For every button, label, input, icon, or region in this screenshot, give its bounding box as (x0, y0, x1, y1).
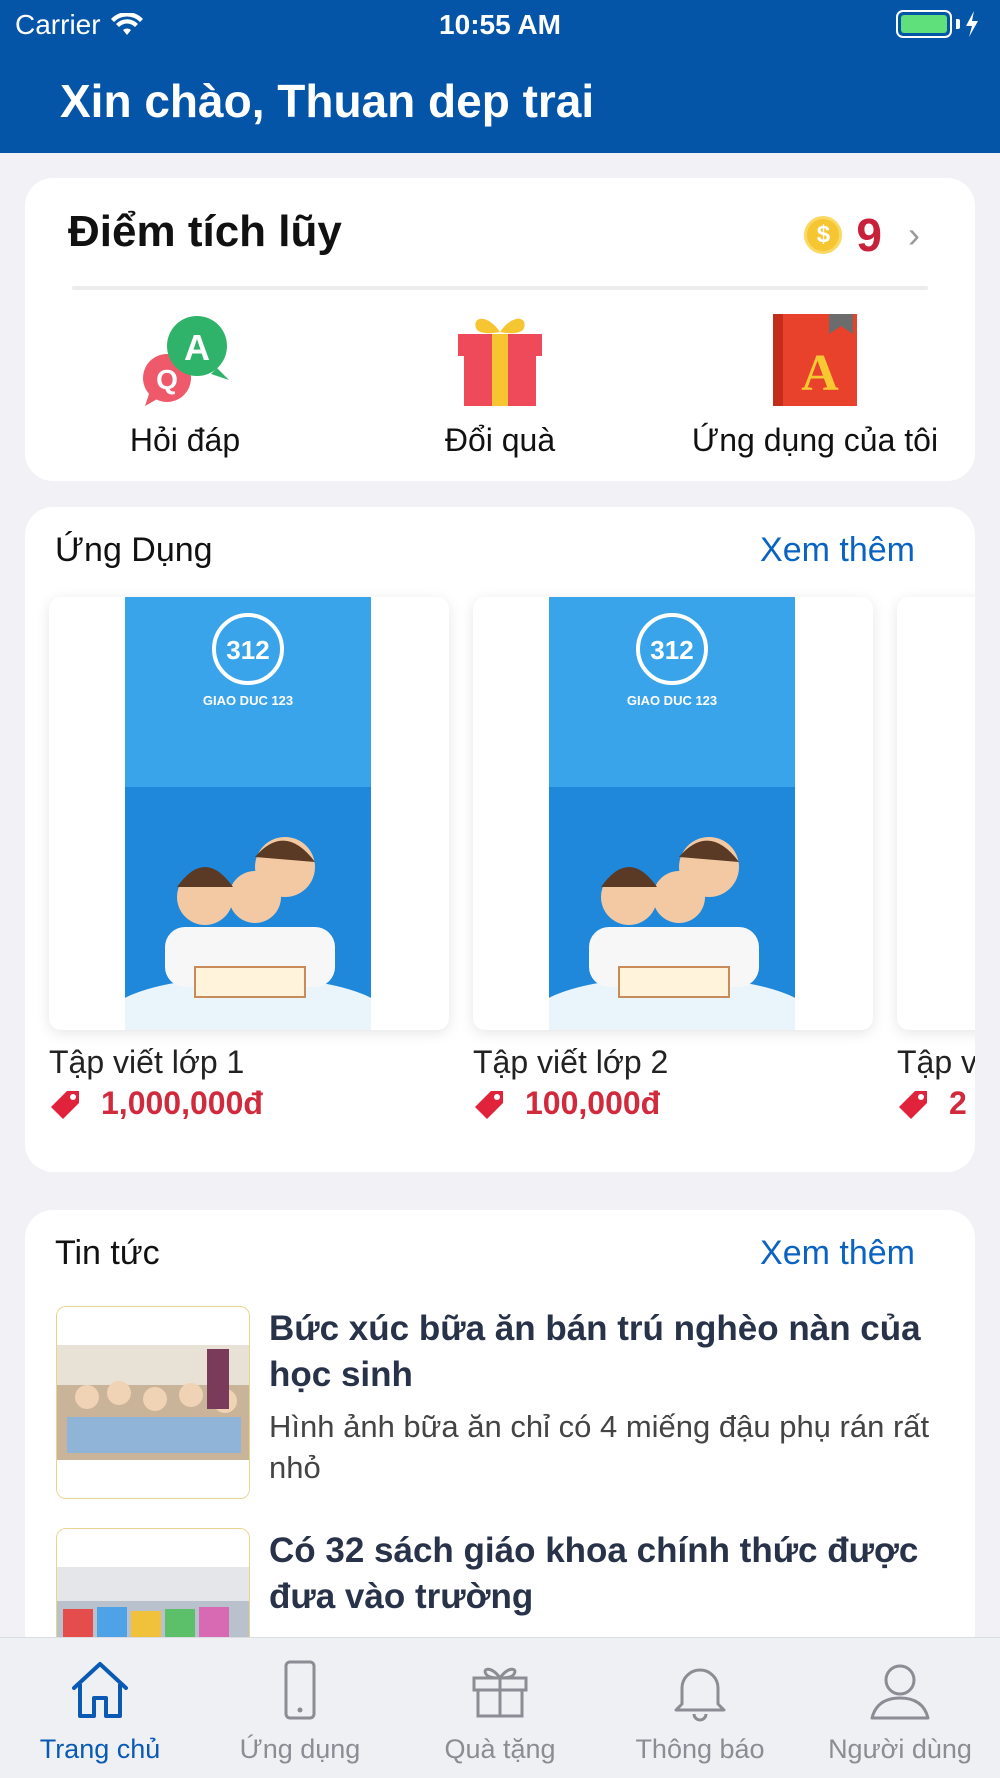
news-text: Có 32 sách giáo khoa chính thức được đưa… (269, 1528, 959, 1628)
bell-icon (674, 1668, 726, 1722)
svg-text:A: A (801, 345, 839, 402)
app-cover-image: 312 GIAO DUC 123 (49, 597, 449, 1030)
news-thumbnail (56, 1306, 250, 1499)
status-bar: Carrier 10:55 AM (0, 0, 1000, 50)
redeem-gift-label: Đổi quà (444, 422, 556, 458)
news-headline: Bức xúc bữa ăn bán trú nghèo nàn của học… (269, 1309, 921, 1394)
svg-text:312: 312 (650, 635, 693, 665)
my-apps-action[interactable]: A Ứng dụng của tôi (655, 310, 975, 459)
tab-gifts-label: Quà tặng (444, 1734, 556, 1764)
gift-icon (472, 1667, 528, 1718)
tab-apps[interactable]: Ứng dụng (200, 1638, 400, 1778)
price-tag-icon (475, 1090, 503, 1119)
svg-text:GIAO DUC 123: GIAO DUC 123 (627, 693, 717, 708)
app-name: Tập viết lớp 2 (473, 1044, 669, 1080)
points-balance-button[interactable]: $ 9 › (804, 208, 920, 262)
points-title: Điểm tích lũy (68, 207, 342, 256)
svg-text:A: A (184, 327, 210, 368)
points-card: Điểm tích lũy $ 9 › Q A Hỏi đáp Đổi quà … (25, 178, 975, 481)
apps-section: Ứng Dụng Xem thêm 312 GIAO DUC 123 Tập v… (25, 507, 975, 1172)
coin-icon: $ (804, 216, 843, 254)
phone-icon (284, 1660, 316, 1720)
price-tag-icon (899, 1090, 927, 1119)
apps-section-title: Ứng Dụng (55, 531, 213, 569)
svg-text:GIAO DUC 123: GIAO DUC 123 (203, 693, 293, 708)
svg-text:312: 312 (226, 635, 269, 665)
qa-chat-icon: Q A (135, 310, 235, 410)
gift-box-icon (450, 310, 550, 410)
news-section-title: Tin tức (55, 1234, 160, 1272)
home-icon (72, 1662, 128, 1718)
svg-text:Q: Q (156, 364, 178, 395)
tab-bar: Trang chủ Ứng dụng Quà tặng Thông báo Ng… (0, 1637, 1000, 1778)
my-apps-label: Ứng dụng của tôi (691, 422, 939, 458)
app-cover-image: 312 GIAO DUC 123 (473, 597, 873, 1030)
news-text: Bức xúc bữa ăn bán trú nghèo nàn của học… (269, 1306, 959, 1488)
top-bar: Carrier 10:55 AM Xin chào, Thuan dep tra… (0, 0, 1000, 153)
app-price-value: 1,000,000đ (101, 1085, 263, 1121)
app-price-value: 2 (949, 1085, 967, 1121)
tab-apps-label: Ứng dụng (239, 1734, 361, 1764)
app-price: 100,000đ (473, 1085, 873, 1122)
app-card[interactable]: 312 GIAO DUC 123 Tập viết lớp 1 1,000,00… (49, 597, 449, 1122)
user-icon (870, 1664, 930, 1720)
tab-home[interactable]: Trang chủ (0, 1638, 200, 1778)
tab-user[interactable]: Người dùng (800, 1638, 1000, 1778)
tab-user-label: Người dùng (828, 1734, 972, 1764)
status-time: 10:55 AM (439, 9, 561, 40)
app-name: Tập viết lớp 1 (49, 1044, 245, 1080)
charging-bolt-icon (966, 11, 978, 37)
app-price: 2 (897, 1085, 975, 1122)
app-card[interactable]: 312 GIAO DUC 123 Tập viết lớp 2 100,000đ (473, 597, 873, 1122)
divider (72, 286, 928, 290)
qa-label: Hỏi đáp (129, 422, 241, 458)
price-tag-icon (51, 1090, 79, 1119)
greeting-title: Xin chào, Thuan dep trai (60, 75, 595, 127)
book-a-icon: A (765, 310, 865, 410)
news-see-more-link[interactable]: Xem thêm (760, 1234, 915, 1273)
tab-notifications-label: Thông báo (635, 1734, 765, 1764)
news-headline: Có 32 sách giáo khoa chính thức được đưa… (269, 1531, 919, 1616)
app-card[interactable]: Tập v 2 (897, 597, 975, 1122)
battery-icon (896, 10, 980, 38)
app-cover-image (897, 597, 975, 1030)
tab-gifts[interactable]: Quà tặng (400, 1638, 600, 1778)
chevron-right-icon: › (908, 214, 920, 255)
qa-action[interactable]: Q A Hỏi đáp (25, 310, 345, 459)
apps-see-more-link[interactable]: Xem thêm (760, 531, 915, 570)
tab-home-label: Trang chủ (39, 1734, 161, 1764)
app-name: Tập v (897, 1044, 975, 1080)
points-value: 9 (856, 209, 882, 261)
tab-notifications[interactable]: Thông báo (600, 1638, 800, 1778)
news-summary: Hình ảnh bữa ăn chỉ có 4 miếng đậu phụ r… (269, 1409, 930, 1485)
app-price: 1,000,000đ (49, 1085, 449, 1122)
redeem-gift-action[interactable]: Đổi quà (340, 310, 660, 459)
app-price-value: 100,000đ (525, 1085, 661, 1121)
